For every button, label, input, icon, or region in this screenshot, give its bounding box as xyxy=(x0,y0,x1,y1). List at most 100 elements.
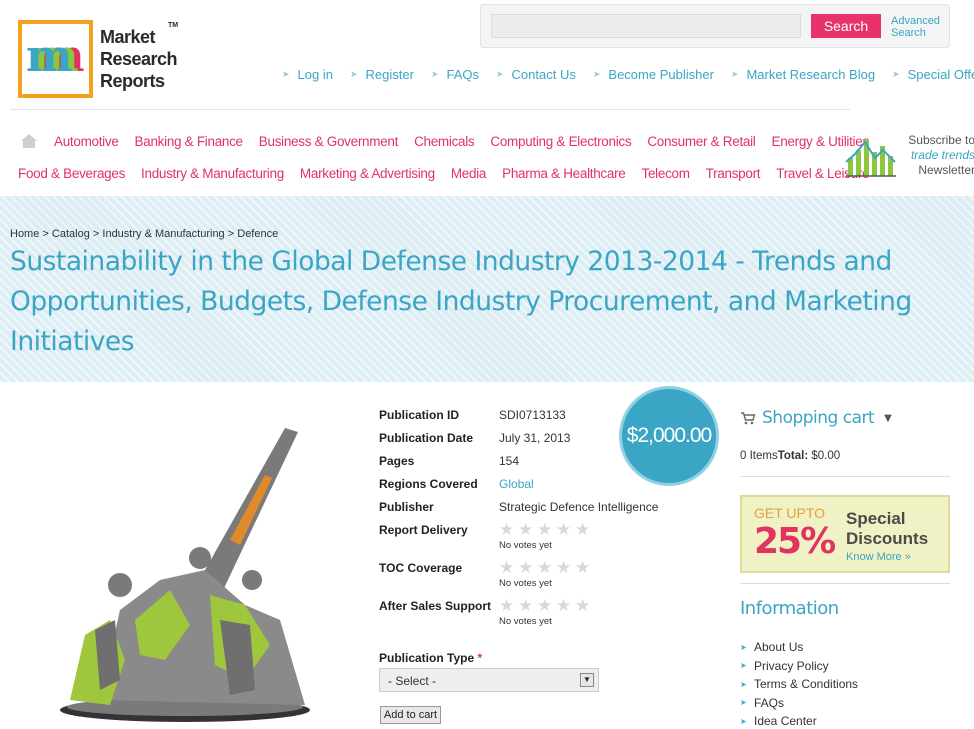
newsletter-line-3: Newsletter xyxy=(918,163,974,177)
breadcrumb-category[interactable]: Industry & Manufacturing xyxy=(102,228,224,240)
info-privacy-policy[interactable]: ➤ Privacy Policy xyxy=(740,657,858,676)
information-heading: Information xyxy=(740,598,839,619)
star-icon[interactable]: ★ xyxy=(518,559,535,576)
become-publisher-link-label: Become Publisher xyxy=(608,67,714,82)
newsletter-line-2: trade trends xyxy=(910,148,974,162)
blog-link-label: Market Research Blog xyxy=(746,67,876,82)
arrow-icon: ➤ xyxy=(892,69,900,79)
toc-rating[interactable]: ★ ★ ★ ★ ★ xyxy=(499,559,592,576)
publisher-value: Strategic Defence Intelligence xyxy=(499,500,659,514)
nav-banking-finance[interactable]: Banking & Finance xyxy=(135,134,244,149)
caret-down-icon[interactable]: ▼ xyxy=(884,413,892,424)
breadcrumb-catalog[interactable]: Catalog xyxy=(52,228,90,240)
shopping-cart-header[interactable]: Shopping cart ▼ xyxy=(740,408,892,428)
required-marker: * xyxy=(477,651,483,665)
star-icon[interactable]: ★ xyxy=(556,521,573,538)
pub-date-value: July 31, 2013 xyxy=(499,431,571,445)
shopping-cart-title: Shopping cart xyxy=(762,408,875,428)
after-sales-no-votes: No votes yet xyxy=(499,616,552,627)
nav-food-beverages[interactable]: Food & Beverages xyxy=(18,166,125,181)
contact-us-link[interactable]: ➤ Contact Us xyxy=(496,67,576,82)
special-discounts-banner[interactable]: GET UPTO 25% Special Discounts Know More… xyxy=(740,495,950,573)
discount-get-upto: GET UPTO xyxy=(754,505,826,521)
star-icon[interactable]: ★ xyxy=(556,597,573,614)
star-icon[interactable]: ★ xyxy=(499,521,516,538)
nav-marketing-advertising[interactable]: Marketing & Advertising xyxy=(300,166,435,181)
delivery-rating[interactable]: ★ ★ ★ ★ ★ xyxy=(499,521,592,538)
breadcrumb-home[interactable]: Home xyxy=(10,228,39,240)
info-about-us-label: About Us xyxy=(754,640,804,655)
star-icon[interactable]: ★ xyxy=(537,559,554,576)
special-offers-link[interactable]: ➤ Special Offers xyxy=(892,67,974,82)
regions-value-link[interactable]: Global xyxy=(499,477,534,491)
arrow-icon: ➤ xyxy=(740,642,747,652)
nav-media[interactable]: Media xyxy=(451,166,487,181)
category-nav-row-1: Automotive Banking & Finance Business & … xyxy=(54,134,885,149)
page-title: Sustainability in the Global Defense Ind… xyxy=(10,246,912,357)
discount-percent: 25% xyxy=(754,521,836,562)
chevron-down-icon[interactable]: ▼ xyxy=(580,673,594,687)
cart-summary: 0 ItemsTotal: $0.00 xyxy=(740,450,840,462)
star-icon[interactable]: ★ xyxy=(575,597,592,614)
star-icon[interactable]: ★ xyxy=(518,597,535,614)
advanced-search-link[interactable]: Advanced Search xyxy=(891,15,951,39)
info-about-us[interactable]: ➤ About Us xyxy=(740,638,858,657)
star-icon[interactable]: ★ xyxy=(499,559,516,576)
category-nav-row-2: Food & Beverages Industry & Manufacturin… xyxy=(18,166,885,181)
publication-type-select[interactable]: - Select - ▼ xyxy=(379,668,599,692)
home-icon[interactable] xyxy=(20,133,38,149)
pub-date-label: Publication Date xyxy=(379,431,474,445)
arrow-icon: ➤ xyxy=(740,679,747,689)
know-more-link[interactable]: Know More » xyxy=(846,551,911,563)
nav-industry-manufacturing[interactable]: Industry & Manufacturing xyxy=(141,166,284,181)
nav-transport[interactable]: Transport xyxy=(706,166,761,181)
logo-line-3: Reports xyxy=(100,71,165,91)
arrow-icon: ➤ xyxy=(740,661,747,671)
advanced-search-line-1: Advanced xyxy=(891,15,940,27)
search-button[interactable]: Search xyxy=(811,14,881,38)
nav-consumer-retail[interactable]: Consumer & Retail xyxy=(647,134,756,149)
star-icon[interactable]: ★ xyxy=(556,559,573,576)
star-icon[interactable]: ★ xyxy=(499,597,516,614)
nav-automotive[interactable]: Automotive xyxy=(54,134,119,149)
register-link[interactable]: ➤ Register xyxy=(350,67,414,82)
contact-us-link-label: Contact Us xyxy=(511,67,576,82)
nav-computing-electronics[interactable]: Computing & Electronics xyxy=(490,134,631,149)
star-icon[interactable]: ★ xyxy=(575,559,592,576)
after-sales-rating[interactable]: ★ ★ ★ ★ ★ xyxy=(499,597,592,614)
pages-value: 154 xyxy=(499,454,520,468)
chart-icon xyxy=(845,140,896,177)
logo-trademark: TM xyxy=(168,22,179,29)
star-icon[interactable]: ★ xyxy=(575,521,592,538)
discount-title-line-2: Discounts xyxy=(846,529,929,548)
register-link-label: Register xyxy=(365,67,414,82)
nav-chemicals[interactable]: Chemicals xyxy=(414,134,475,149)
arrow-icon: ➤ xyxy=(730,69,739,79)
info-idea-center[interactable]: ➤ Idea Center xyxy=(740,712,858,729)
pages-label: Pages xyxy=(379,454,415,468)
logo-mark: m xyxy=(18,20,93,98)
publisher-label: Publisher xyxy=(379,500,434,514)
star-icon[interactable]: ★ xyxy=(537,597,554,614)
pub-id-value: SDI0713133 xyxy=(499,408,566,422)
star-icon[interactable]: ★ xyxy=(518,521,535,538)
info-terms-conditions[interactable]: ➤ Terms & Conditions xyxy=(740,675,858,694)
publication-type-selected: - Select - xyxy=(388,674,437,688)
login-link-label: Log in xyxy=(297,67,333,82)
nav-pharma-healthcare[interactable]: Pharma & Healthcare xyxy=(502,166,626,181)
info-faqs[interactable]: ➤ FAQs xyxy=(740,694,858,713)
become-publisher-link[interactable]: ➤ Become Publisher xyxy=(593,67,714,82)
header-divider xyxy=(10,109,850,110)
logo-wordmark: Market Research Reports xyxy=(100,26,178,92)
faqs-link[interactable]: ➤ FAQs xyxy=(431,67,479,82)
site-logo[interactable]: m Market Research Reports TM xyxy=(18,20,188,102)
newsletter-subscribe[interactable]: Subscribe to trade trends Newsletter xyxy=(845,132,974,180)
search-input[interactable] xyxy=(491,14,801,38)
nav-business-government[interactable]: Business & Government xyxy=(259,134,399,149)
breadcrumb-current[interactable]: Defence xyxy=(237,228,278,240)
star-icon[interactable]: ★ xyxy=(537,521,554,538)
login-link[interactable]: ➤ Log in xyxy=(282,67,333,82)
blog-link[interactable]: ➤ Market Research Blog xyxy=(731,67,875,82)
nav-telecom[interactable]: Telecom xyxy=(642,166,690,181)
add-to-cart-button[interactable]: Add to cart xyxy=(380,706,441,724)
